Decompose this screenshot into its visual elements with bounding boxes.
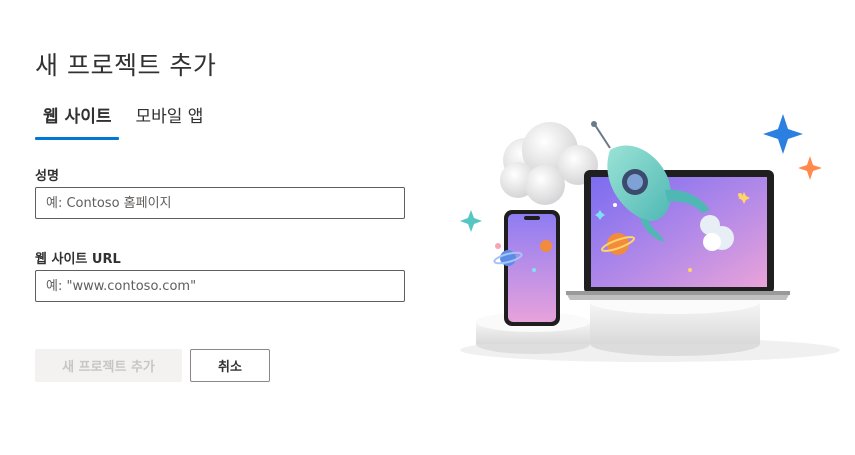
tab-website[interactable]: 웹 사이트 — [35, 102, 120, 140]
project-illustration — [460, 114, 840, 362]
name-input[interactable] — [35, 187, 405, 219]
phone-icon — [504, 210, 560, 326]
cloud-icon — [500, 122, 598, 205]
cancel-button[interactable]: 취소 — [190, 349, 270, 382]
project-type-tabs: 웹 사이트 모바일 앱 — [35, 102, 211, 140]
name-label: 성명 — [35, 169, 59, 184]
url-input[interactable] — [35, 270, 405, 302]
page-title: 새 프로젝트 추가 — [35, 51, 217, 80]
laptop-icon — [566, 170, 790, 300]
tab-mobile-app[interactable]: 모바일 앱 — [127, 102, 211, 140]
url-label: 웹 사이트 URL — [35, 252, 121, 267]
add-project-button[interactable]: 새 프로젝트 추가 — [35, 349, 182, 382]
